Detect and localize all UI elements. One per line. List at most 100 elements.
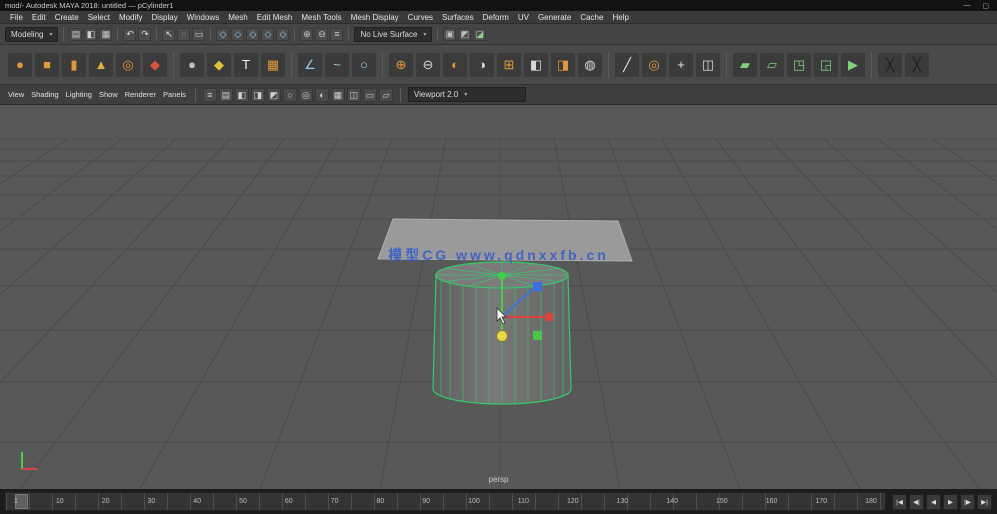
boolean-difference-icon[interactable]: ◑ [470, 52, 494, 77]
sculpt-tool-icon[interactable]: ▶ [841, 52, 865, 77]
new-scene-icon[interactable]: ▤ [69, 27, 83, 41]
render-settings-icon[interactable]: ◪ [473, 27, 487, 41]
play-backwards-button[interactable]: ◀ [926, 493, 941, 510]
menu-item[interactable]: Deform [479, 13, 513, 22]
snap-curve-icon[interactable]: ◇ [231, 27, 245, 41]
input-connections-icon[interactable]: ⊕ [300, 27, 314, 41]
textured-mode-icon[interactable]: ◨ [250, 87, 265, 102]
output-connections-icon[interactable]: ⊖ [315, 27, 329, 41]
minimize-button[interactable]: — [963, 2, 970, 10]
menu-item[interactable]: Curves [404, 13, 437, 22]
panel-menu-item[interactable]: Renderer [123, 90, 158, 99]
menu-item[interactable]: File [6, 13, 27, 22]
menu-item[interactable]: Select [84, 13, 114, 22]
undo-icon[interactable]: ↶ [123, 27, 137, 41]
quad-draw-icon[interactable]: ▰ [733, 52, 757, 77]
grid-toggle-icon[interactable]: ▦ [330, 87, 345, 102]
redo-icon[interactable]: ↷ [138, 27, 152, 41]
menu-item[interactable]: Edit [28, 13, 50, 22]
measure-distance-icon[interactable]: ∠ [298, 52, 322, 77]
smooth-sphere-icon[interactable]: ● [180, 52, 204, 77]
panel-menu-item[interactable]: Lighting [64, 90, 94, 99]
shadows-toggle-icon[interactable]: ○ [282, 87, 297, 102]
wireframe-mode-icon[interactable]: ▤ [218, 87, 233, 102]
smooth-icon[interactable]: ◍ [578, 52, 602, 77]
type-tool-icon[interactable]: T [234, 52, 258, 77]
smooth-shade-icon[interactable]: ◧ [234, 87, 249, 102]
menu-item[interactable]: Mesh Display [347, 13, 403, 22]
manipulator-z-tip[interactable] [533, 282, 542, 291]
platonic-solid-icon[interactable]: ◆ [207, 52, 231, 77]
menu-item[interactable]: Modify [115, 13, 147, 22]
poly-plane-icon[interactable]: ◆ [143, 52, 167, 77]
paint-select-icon[interactable]: ▭ [192, 27, 206, 41]
curve-tool-icon[interactable]: ~ [325, 52, 349, 77]
multi-cut-icon[interactable]: ╱ [615, 52, 639, 77]
snap-grid-icon[interactable]: ◇ [216, 27, 230, 41]
snap-point-icon[interactable]: ◇ [246, 27, 260, 41]
render-current-frame-icon[interactable]: ▣ [443, 27, 457, 41]
circle-curve-icon[interactable]: ○ [352, 52, 376, 77]
bridge-icon[interactable]: ◨ [551, 52, 575, 77]
poly-sphere-icon[interactable]: ● [8, 52, 32, 77]
boolean-union-icon[interactable]: ◐ [443, 52, 467, 77]
menu-item[interactable]: Surfaces [438, 13, 478, 22]
mirror-cut-icon[interactable]: ╳ [878, 52, 902, 77]
poly-cube-icon[interactable]: ■ [35, 52, 59, 77]
menu-item[interactable]: UV [514, 13, 533, 22]
menu-item[interactable]: Windows [183, 13, 223, 22]
delete-icon[interactable]: ╳ [905, 52, 929, 77]
manipulator-plane-handle[interactable] [533, 331, 542, 340]
open-scene-icon[interactable]: ◧ [84, 27, 98, 41]
viewport-canvas[interactable] [0, 105, 997, 489]
bevel-icon[interactable]: ◧ [524, 52, 548, 77]
panel-menu-item[interactable]: Show [97, 90, 120, 99]
svg-tool-icon[interactable]: ▦ [261, 52, 285, 77]
manipulator-y-tip[interactable] [498, 272, 506, 280]
viewport[interactable]: 模型CG www.qdnxxfb.cn persp [0, 105, 997, 489]
motion-blur-toggle-icon[interactable]: ◐ [314, 87, 329, 102]
menu-item[interactable]: Create [51, 13, 83, 22]
grab-tool-icon[interactable]: ◳ [787, 52, 811, 77]
go-to-start-button[interactable]: |◀ [892, 493, 907, 510]
poly-cone-icon[interactable]: ▲ [89, 52, 113, 77]
play-forwards-button[interactable]: ▶ [943, 493, 958, 510]
panel-layout-icon[interactable]: ≡ [202, 87, 217, 102]
panel-menu-item[interactable]: View [6, 90, 26, 99]
ao-toggle-icon[interactable]: ◎ [298, 87, 313, 102]
menu-item[interactable]: Display [148, 13, 182, 22]
renderer-dropdown[interactable]: Viewport 2.0 ▾ [407, 87, 526, 102]
live-surface-dropdown[interactable]: No Live Surface ▾ [354, 26, 433, 42]
snap-view-icon[interactable]: ◇ [276, 27, 290, 41]
combine-icon[interactable]: ⊕ [389, 52, 413, 77]
poly-torus-icon[interactable]: ◎ [116, 52, 140, 77]
snap-plane-icon[interactable]: ◇ [261, 27, 275, 41]
lighting-mode-icon[interactable]: ◩ [266, 87, 281, 102]
select-tool-icon[interactable]: ↖ [162, 27, 176, 41]
resolution-gate-icon[interactable]: ▭ [362, 87, 377, 102]
connect-icon[interactable]: + [669, 52, 693, 77]
target-weld-icon[interactable]: ◎ [642, 52, 666, 77]
step-forward-frame-button[interactable]: |▶ [960, 493, 975, 510]
construction-history-icon[interactable]: ≡ [330, 27, 344, 41]
menu-set-dropdown[interactable]: Modeling ▾ [5, 26, 59, 42]
menu-item[interactable]: Mesh Tools [297, 13, 345, 22]
menu-item[interactable]: Cache [576, 13, 607, 22]
menu-item[interactable]: Edit Mesh [253, 13, 297, 22]
maximize-button[interactable]: ▢ [982, 2, 989, 10]
manipulator-center-handle[interactable] [496, 330, 508, 342]
poly-cylinder-icon[interactable]: ▮ [62, 52, 86, 77]
lasso-tool-icon[interactable]: ◌ [177, 27, 191, 41]
menu-item[interactable]: Help [608, 13, 632, 22]
separate-icon[interactable]: ⊖ [416, 52, 440, 77]
menu-item[interactable]: Generate [534, 13, 575, 22]
menu-item[interactable]: Mesh [224, 13, 252, 22]
time-slider[interactable]: 1 10 20 30 40 50 60 70 80 90 100 110 120 130 140 150 160… [5, 492, 886, 511]
ipr-render-icon[interactable]: ◩ [458, 27, 472, 41]
panel-menu-item[interactable]: Panels [161, 90, 188, 99]
extrude-icon[interactable]: ⊞ [497, 52, 521, 77]
go-to-end-button[interactable]: ▶| [977, 493, 992, 510]
mirror-icon[interactable]: ◫ [696, 52, 720, 77]
film-gate-icon[interactable]: ◫ [346, 87, 361, 102]
relax-tool-icon[interactable]: ▱ [760, 52, 784, 77]
